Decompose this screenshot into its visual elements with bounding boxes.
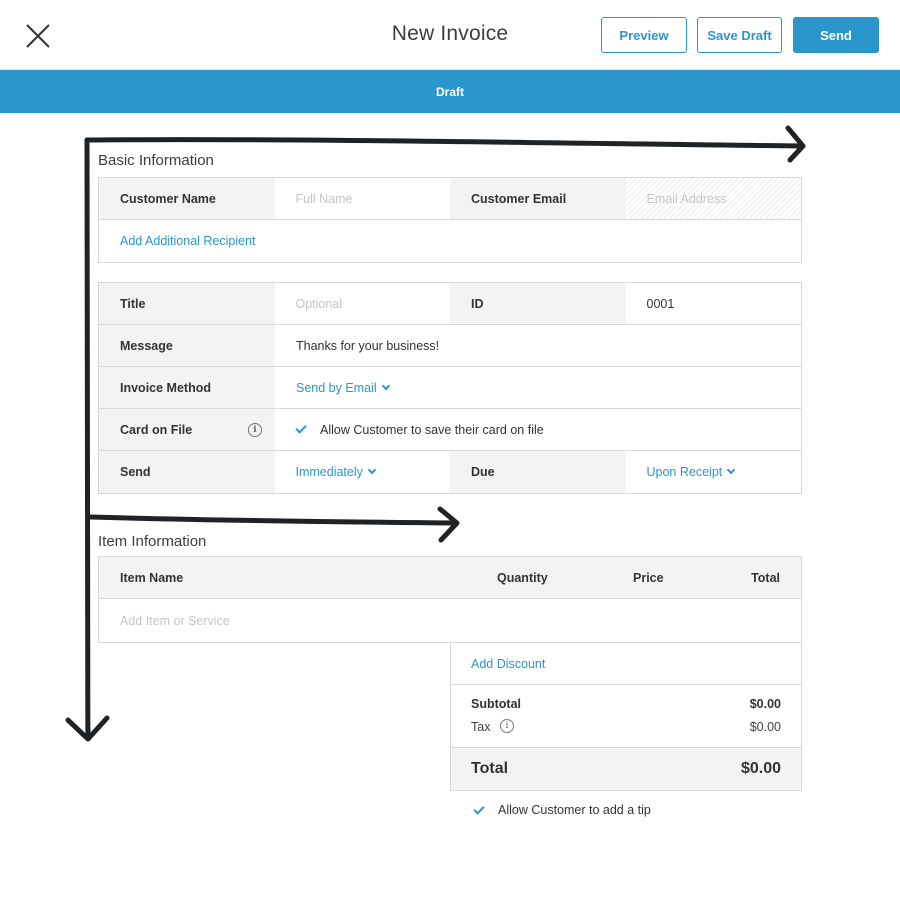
annotation-line-vertical (84, 137, 91, 741)
tip-option[interactable]: Allow Customer to add a tip (473, 802, 651, 817)
total-row: Total $0.00 (451, 748, 801, 790)
col-price: Price (633, 571, 664, 585)
checkmark-icon[interactable] (473, 802, 485, 815)
tip-option-label: Allow Customer to add a tip (498, 803, 651, 817)
send-label: Send (99, 451, 275, 493)
send-timing-value: Immediately (295, 465, 363, 479)
invoice-method-value: Send by Email (296, 380, 377, 395)
chevron-down-icon (381, 381, 390, 390)
id-label: ID (450, 283, 626, 324)
send-timing-select[interactable]: Immediately (274, 451, 450, 493)
status-label: Draft (435, 84, 464, 99)
id-input[interactable]: 0001 (625, 283, 801, 324)
send-due-row: Send Immediately Due Upon Receipt (99, 451, 801, 493)
col-quantity: Quantity (497, 571, 548, 585)
item-table: Item Name Quantity Price Total Add Item … (98, 556, 802, 643)
customer-email-input[interactable]: Email Address (625, 178, 801, 219)
close-button[interactable] (24, 22, 52, 50)
card-on-file-option[interactable]: Allow Customer to save their card on fil… (275, 409, 801, 450)
due-label: Due (450, 451, 626, 493)
add-item-placeholder: Add Item or Service (120, 613, 230, 628)
due-select[interactable]: Upon Receipt (625, 451, 801, 493)
checkmark-icon[interactable] (295, 422, 307, 434)
due-value: Upon Receipt (646, 465, 723, 479)
col-item-name: Item Name (120, 571, 184, 585)
add-discount-link[interactable]: Add Discount (471, 657, 545, 671)
message-label: Message (99, 325, 275, 366)
info-icon[interactable]: i (500, 719, 514, 733)
total-value: $0.00 (740, 760, 781, 777)
tax-label: Tax (471, 720, 491, 734)
card-on-file-label: Card on File (120, 422, 193, 437)
message-input[interactable]: Thanks for your business! (275, 325, 801, 366)
subtotal-value: $0.00 (749, 697, 781, 711)
title-label: Title (99, 283, 275, 324)
basic-info-box: Customer Name Full Name Customer Email E… (98, 177, 802, 263)
customer-name-input[interactable]: Full Name (274, 178, 450, 219)
customer-row: Customer Name Full Name Customer Email E… (99, 178, 801, 220)
chevron-down-icon (367, 465, 377, 475)
basic-info-heading: Basic Information (98, 152, 214, 169)
title-row: Title Optional ID 0001 (99, 283, 801, 325)
customer-email-label: Customer Email (450, 178, 626, 219)
chevron-down-icon (727, 465, 736, 475)
customer-email-placeholder: Email Address (646, 191, 727, 206)
annotation-arrowhead-middle (437, 506, 460, 543)
annotation-arrowhead-down (65, 715, 110, 742)
item-info-heading: Item Information (98, 533, 207, 550)
annotation-line-top (84, 137, 805, 149)
total-label: Total (471, 760, 509, 777)
col-total: Total (751, 571, 780, 585)
card-on-file-row: Card on File i Allow Customer to save th… (99, 409, 801, 451)
discount-row: Add Discount (451, 643, 801, 685)
top-header: New Invoice Preview Save Draft Send (0, 0, 900, 70)
invoice-method-select[interactable]: Send by Email (275, 367, 801, 408)
card-on-file-label-cell: Card on File i (99, 409, 275, 450)
message-row: Message Thanks for your business! (99, 325, 801, 367)
close-icon (26, 24, 50, 48)
subtotal-label: Subtotal (471, 697, 521, 711)
title-input[interactable]: Optional (274, 283, 450, 324)
invoice-details-box: Title Optional ID 0001 Message Thanks fo… (98, 282, 802, 494)
status-banner: Draft (0, 70, 900, 113)
recipient-row: Add Additional Recipient (99, 220, 801, 262)
add-recipient-link[interactable]: Add Additional Recipient (99, 220, 256, 262)
annotation-arrowhead-right (785, 125, 806, 163)
customer-name-placeholder: Full Name (295, 191, 353, 206)
subtotal-block: Subtotal $0.00 Tax i $0.00 (451, 685, 801, 748)
annotation-line-middle (87, 514, 459, 526)
info-icon[interactable]: i (248, 423, 262, 437)
add-item-input[interactable]: Add Item or Service (99, 599, 801, 642)
item-table-header: Item Name Quantity Price Total (99, 557, 801, 599)
save-draft-button[interactable]: Save Draft (697, 17, 782, 53)
totals-box: Add Discount Subtotal $0.00 Tax i $0.00 … (450, 643, 802, 791)
preview-button[interactable]: Preview (601, 17, 687, 53)
invoice-method-row: Invoice Method Send by Email (99, 367, 801, 409)
invoice-method-label: Invoice Method (99, 367, 275, 408)
card-on-file-option-label: Allow Customer to save their card on fil… (320, 422, 544, 437)
title-placeholder: Optional (295, 296, 343, 311)
customer-name-label: Customer Name (99, 178, 275, 219)
send-button[interactable]: Send (793, 17, 879, 53)
tax-value: $0.00 (749, 720, 781, 734)
